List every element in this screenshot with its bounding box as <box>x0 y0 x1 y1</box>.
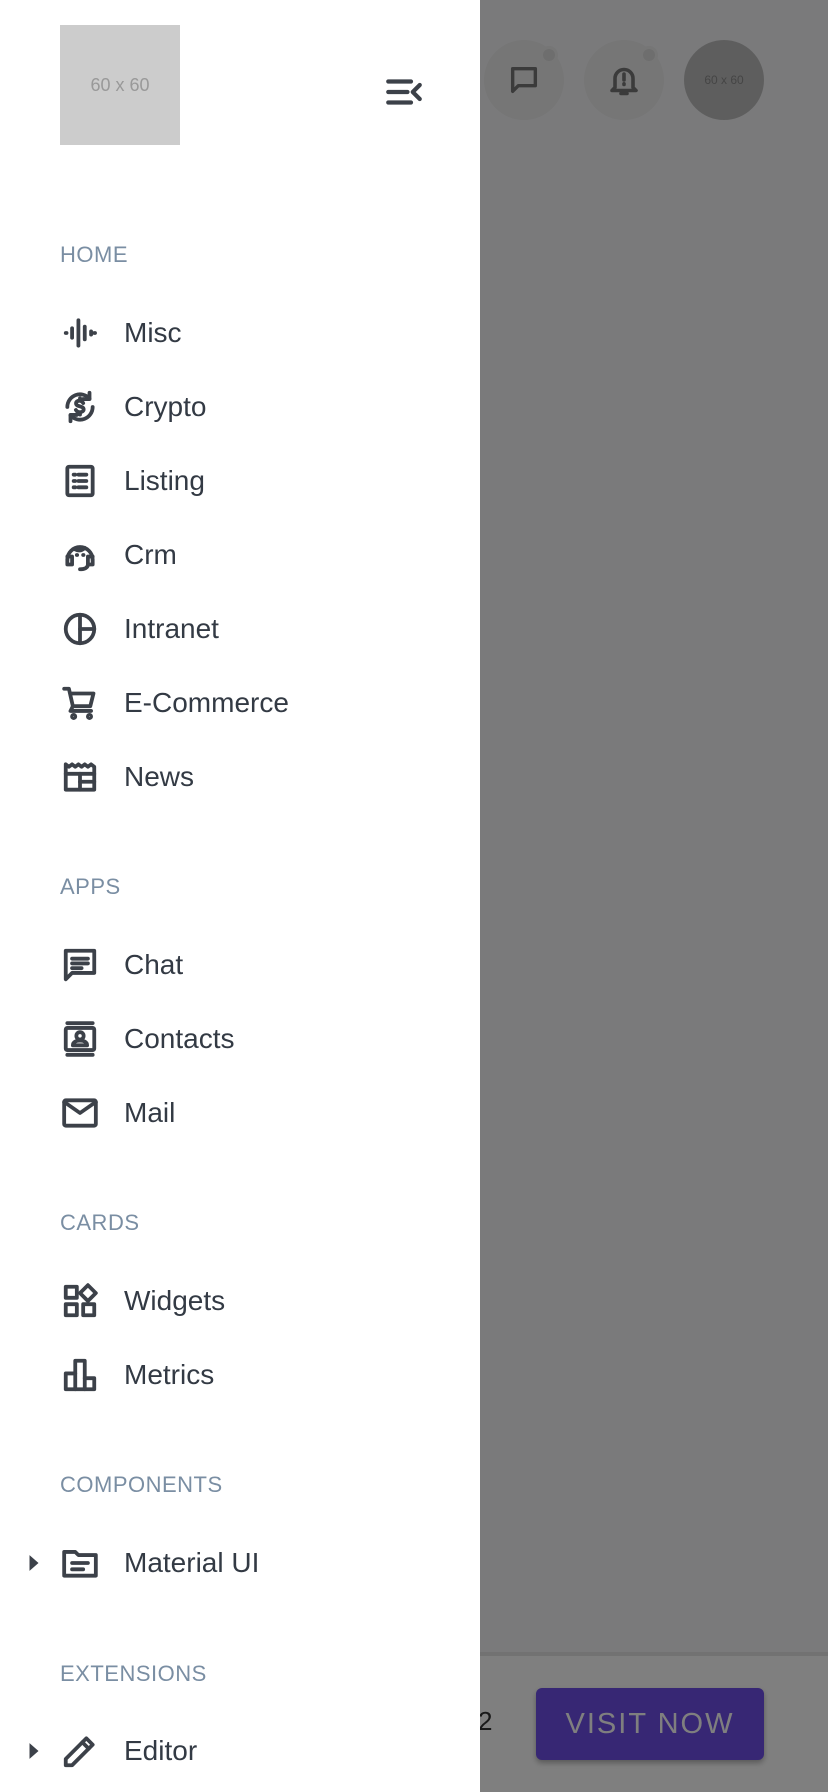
logo-placeholder-text: 60 x 60 <box>90 74 150 95</box>
menu-collapse-icon <box>386 79 422 105</box>
chat-icon <box>60 945 100 985</box>
nav-item-label: Mail <box>124 1097 176 1128</box>
nav-item-chat[interactable]: Chat <box>0 935 480 995</box>
bar-chart-icon <box>60 1355 100 1395</box>
nav-item-label: Crm <box>124 539 177 570</box>
pencil-icon <box>60 1731 100 1771</box>
shopping-cart-icon <box>60 683 100 723</box>
newspaper-icon <box>60 757 100 797</box>
nav-item-label: Listing <box>124 465 205 496</box>
nav-item-label: E-Commerce <box>124 687 289 718</box>
nav-item-widgets[interactable]: Widgets <box>0 1271 480 1331</box>
section-home-label: HOME <box>60 242 128 267</box>
currency-exchange-icon <box>60 387 100 427</box>
nav-item-intranet[interactable]: Intranet <box>0 599 480 659</box>
expand-arrow-icon[interactable] <box>28 1741 42 1761</box>
logo[interactable]: 60 x 60 <box>60 25 180 145</box>
nav-item-label: Misc <box>124 317 182 348</box>
mail-icon <box>60 1093 100 1133</box>
nav-item-crm[interactable]: Crm <box>0 525 480 585</box>
nav-item-label: Crypto <box>124 391 207 422</box>
section-extensions-label: EXTENSIONS <box>60 1661 207 1686</box>
nav-item-label: Widgets <box>124 1285 226 1316</box>
support-agent-icon <box>60 535 100 575</box>
nav-item-metrics[interactable]: Metrics <box>0 1345 480 1405</box>
nav-item-misc[interactable]: Misc <box>0 303 480 363</box>
nav-item-label: Editor <box>124 1735 198 1766</box>
collapse-menu-button[interactable] <box>380 72 428 112</box>
audio-wave-icon <box>60 313 100 353</box>
widgets-icon <box>60 1281 100 1321</box>
nav-item-news[interactable]: News <box>0 747 480 807</box>
section-cards-label: CARDS <box>60 1210 140 1235</box>
nav-item-label: News <box>124 761 195 792</box>
nav-item-mail[interactable]: Mail <box>0 1083 480 1143</box>
nav-item-label: Material UI <box>124 1547 260 1578</box>
nav-item-contacts[interactable]: Contacts <box>0 1009 480 1069</box>
folder-icon <box>60 1543 100 1583</box>
navigation-drawer: 60 x 60 HOME Misc Crypto Listing Crm Int… <box>0 0 480 1792</box>
list-document-icon <box>60 461 100 501</box>
nav-item-label: Intranet <box>124 613 219 644</box>
section-components-label: COMPONENTS <box>60 1472 223 1497</box>
nav-item-label: Contacts <box>124 1023 235 1054</box>
nav-item-label: Metrics <box>124 1359 215 1390</box>
nav-item-crypto[interactable]: Crypto <box>0 377 480 437</box>
contacts-icon <box>60 1019 100 1059</box>
pie-chart-icon <box>60 609 100 649</box>
nav-item-label: Chat <box>124 949 184 980</box>
nav-item-material-ui[interactable]: Material UI <box>0 1533 480 1593</box>
nav-item-ecommerce[interactable]: E-Commerce <box>0 673 480 733</box>
section-apps-label: APPS <box>60 874 121 899</box>
expand-arrow-icon[interactable] <box>28 1553 42 1573</box>
nav-item-editor[interactable]: Editor <box>0 1721 480 1781</box>
nav-item-listing[interactable]: Listing <box>0 451 480 511</box>
